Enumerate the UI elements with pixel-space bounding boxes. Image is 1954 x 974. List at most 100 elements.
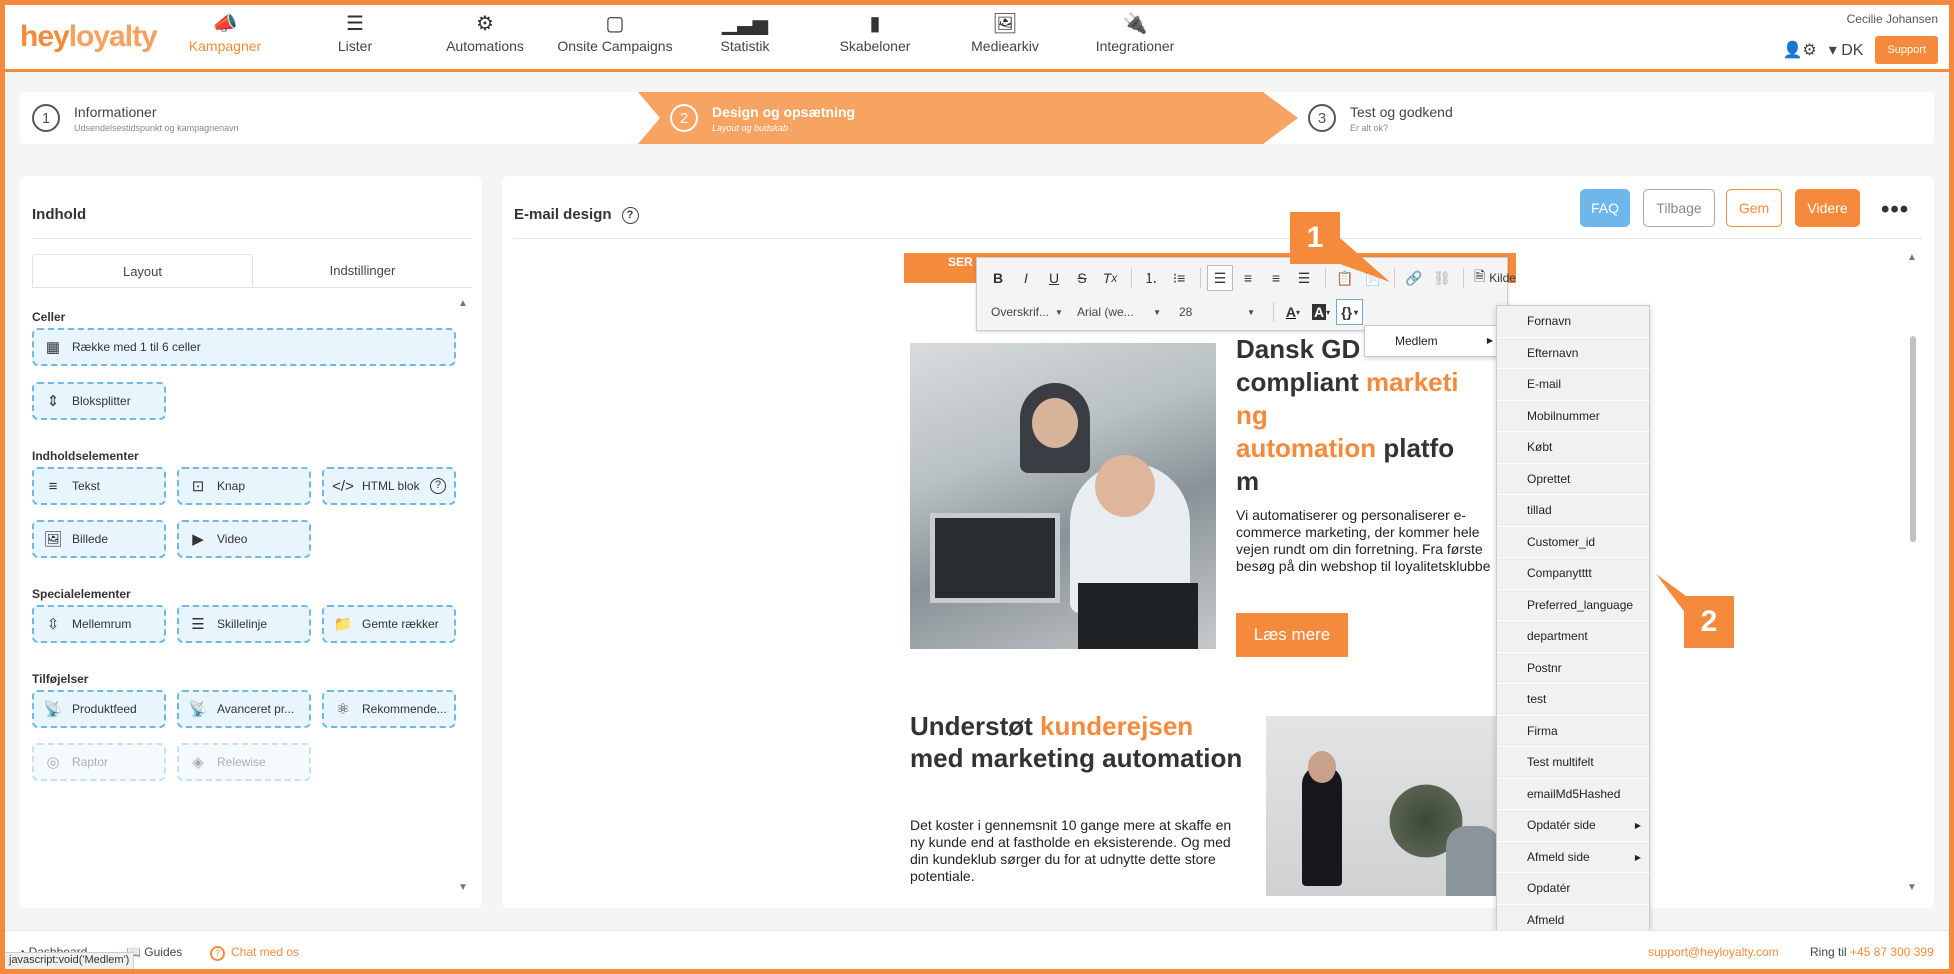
nav-mediearkiv[interactable]: 🖼 Mediearkiv (940, 10, 1070, 54)
menu-item-department[interactable]: department (1497, 621, 1649, 653)
menu-item-fornavn[interactable]: Fornavn (1497, 306, 1649, 338)
align-center-icon[interactable]: ≡ (1235, 265, 1261, 291)
phone-link[interactable]: +45 87 300 399 (1850, 945, 1934, 959)
save-button[interactable]: Gem (1726, 189, 1782, 227)
bold-icon[interactable]: B (985, 265, 1011, 291)
button-icon: ⊡ (191, 478, 205, 495)
link-icon[interactable]: 🔗 (1401, 265, 1427, 291)
next-button[interactable]: Videre (1795, 189, 1860, 227)
faq-button[interactable]: FAQ (1580, 189, 1630, 227)
menu-item-e-mail[interactable]: E-mail (1497, 369, 1649, 401)
help-icon[interactable]: ? (430, 478, 446, 494)
section-heading[interactable]: Understøt kunderejsen med marketing auto… (910, 710, 1260, 774)
scroll-down-icon[interactable]: ▼ (1907, 882, 1917, 893)
block-rows[interactable]: ▦ Række med 1 til 6 celler (32, 328, 456, 366)
block-divider[interactable]: ☰ Skillelinje (177, 605, 311, 643)
scrollbar-thumb[interactable] (1910, 336, 1916, 542)
align-justify-icon[interactable]: ☰ (1291, 265, 1317, 291)
block-recommendations[interactable]: ⚛ Rekommende... (322, 690, 456, 728)
hero-heading[interactable]: Dansk GD compliant marketi ng automation… (1236, 333, 1506, 498)
size-select[interactable]: 28 ▼ (1173, 300, 1261, 324)
text-color-icon[interactable]: A ▾ (1280, 299, 1306, 325)
top-navigation-bar: heyloyalty 📣 Kampagner ☰ Lister ⚙ Automations… (0, 0, 1954, 72)
step-design[interactable]: 2 Design og opsætning Layout og budskab (670, 92, 855, 144)
clear-format-icon[interactable]: Tx (1097, 265, 1123, 291)
section-paragraph[interactable]: Det koster i gennemsnit 10 gange mere at… (910, 817, 1240, 885)
nav-integrationer[interactable]: 🔌 Integrationer (1070, 10, 1200, 54)
heyloyalty-logo[interactable]: heyloyalty (20, 20, 158, 54)
menu-item-postnr[interactable]: Postnr (1497, 653, 1649, 684)
background-color-icon[interactable]: A ▾ (1308, 299, 1334, 325)
nav-lister[interactable]: ☰ Lister (290, 10, 420, 54)
align-right-icon[interactable]: ≡ (1263, 265, 1289, 291)
menu-item-preferred-language[interactable]: Preferred_language (1497, 590, 1649, 621)
step-informationer[interactable]: 1 Informationer Udsendelsestidspunkt og k… (32, 92, 239, 144)
callout-marker-1: 1 (1290, 212, 1340, 264)
menu-item-test[interactable]: test (1497, 684, 1649, 716)
callout-pointer-1 (1340, 238, 1390, 282)
placeholder-variables-icon[interactable]: {} ▾ (1336, 299, 1364, 325)
guides-link[interactable]: 📖 Guides (126, 945, 182, 959)
bullet-list-icon[interactable]: ⁝≡ (1166, 265, 1192, 291)
nav-kampagner[interactable]: 📣 Kampagner (160, 10, 290, 54)
block-productfeed[interactable]: 📡 Produktfeed (32, 690, 166, 728)
hero-paragraph[interactable]: Vi automatiserer og personaliserer e-com… (1236, 507, 1498, 575)
scroll-up-icon[interactable]: ▲ (458, 298, 468, 309)
back-button[interactable]: Tilbage (1643, 189, 1715, 227)
more-options-icon[interactable]: ••• (1881, 196, 1909, 224)
hero-image[interactable] (910, 343, 1216, 649)
menu-item-oprettet[interactable]: Oprettet (1497, 464, 1649, 495)
align-left-icon[interactable]: ☰ (1207, 265, 1233, 291)
strikethrough-icon[interactable]: S (1069, 265, 1095, 291)
block-video[interactable]: ▶ Video (177, 520, 311, 558)
menu-item-mobilnummer[interactable]: Mobilnummer (1497, 401, 1649, 432)
onsite-campaigns-icon: ▢ (605, 13, 625, 35)
tab-indstillinger[interactable]: Indstillinger (253, 254, 472, 287)
read-more-button[interactable]: Læs mere (1236, 613, 1348, 657)
block-text[interactable]: ≡ Tekst (32, 467, 166, 505)
menu-item-tillad[interactable]: tillad (1497, 495, 1649, 527)
support-button[interactable]: Support (1875, 36, 1938, 64)
panel-title: Indhold (32, 206, 87, 223)
help-icon[interactable]: ? (621, 206, 639, 224)
scroll-down-icon[interactable]: ▼ (458, 882, 468, 893)
font-select[interactable]: Arial (we... ▼ (1071, 300, 1167, 324)
nav-automations[interactable]: ⚙ Automations (420, 10, 550, 54)
nav-onsite-campaigns[interactable]: ▢ Onsite Campaigns (550, 10, 680, 54)
section-image[interactable] (1266, 716, 1500, 896)
variables-menu-medlem[interactable]: Medlem ▶ (1364, 325, 1502, 357)
block-advanced-product[interactable]: 📡 Avanceret pr... (177, 690, 311, 728)
block-splitter[interactable]: ⇕ Bloksplitter (32, 382, 166, 420)
menu-item-opdat-r[interactable]: Opdatér (1497, 873, 1649, 905)
nav-skabeloner[interactable]: ▮ Skabeloner (810, 10, 940, 54)
menu-item-companytttt[interactable]: Companytttt (1497, 558, 1649, 590)
menu-item-opdat-r-side[interactable]: Opdatér side ▶ (1497, 810, 1649, 842)
step-test[interactable]: 3 Test og godkend Er alt ok? (1308, 92, 1453, 144)
section-celler: Celler (32, 310, 66, 324)
chat-link[interactable]: ? Chat med os (210, 945, 299, 961)
menu-item-firma[interactable]: Firma (1497, 716, 1649, 747)
format-select[interactable]: Overskrif... ▼ (985, 300, 1065, 324)
menu-item-customer-id[interactable]: Customer_id (1497, 527, 1649, 558)
nav-statistik[interactable]: ▁▃▅ Statistik (680, 10, 810, 54)
menu-item-emailmd5hashed[interactable]: emailMd5Hashed (1497, 779, 1649, 810)
block-html[interactable]: </> HTML blok? (322, 467, 456, 505)
menu-item-efternavn[interactable]: Efternavn (1497, 338, 1649, 369)
menu-item-afmeld-side[interactable]: Afmeld side ▶ (1497, 842, 1649, 873)
user-name[interactable]: Cecilie Johansen (1847, 12, 1938, 26)
italic-icon[interactable]: I (1013, 265, 1039, 291)
numbered-list-icon[interactable]: ⒈ (1138, 265, 1164, 291)
tab-layout[interactable]: Layout (32, 254, 253, 287)
block-spacer[interactable]: ⇳ Mellemrum (32, 605, 166, 643)
support-email-link[interactable]: support@heyloyalty.com (1648, 945, 1779, 959)
underline-icon[interactable]: U (1041, 265, 1067, 291)
scroll-up-icon[interactable]: ▲ (1907, 252, 1917, 263)
block-image[interactable]: 🖼 Billede (32, 520, 166, 558)
user-settings-icon[interactable]: 👤⚙ (1783, 40, 1817, 60)
block-button[interactable]: ⊡ Knap (177, 467, 311, 505)
source-button[interactable]: 🗎 Kilde (1470, 265, 1520, 291)
block-saved-rows[interactable]: 📁 Gemte rækker (322, 605, 456, 643)
menu-item-test-multifelt[interactable]: Test multifelt (1497, 747, 1649, 779)
language-selector[interactable]: ▾ DK (1829, 40, 1864, 60)
menu-item-købt[interactable]: Købt (1497, 432, 1649, 464)
